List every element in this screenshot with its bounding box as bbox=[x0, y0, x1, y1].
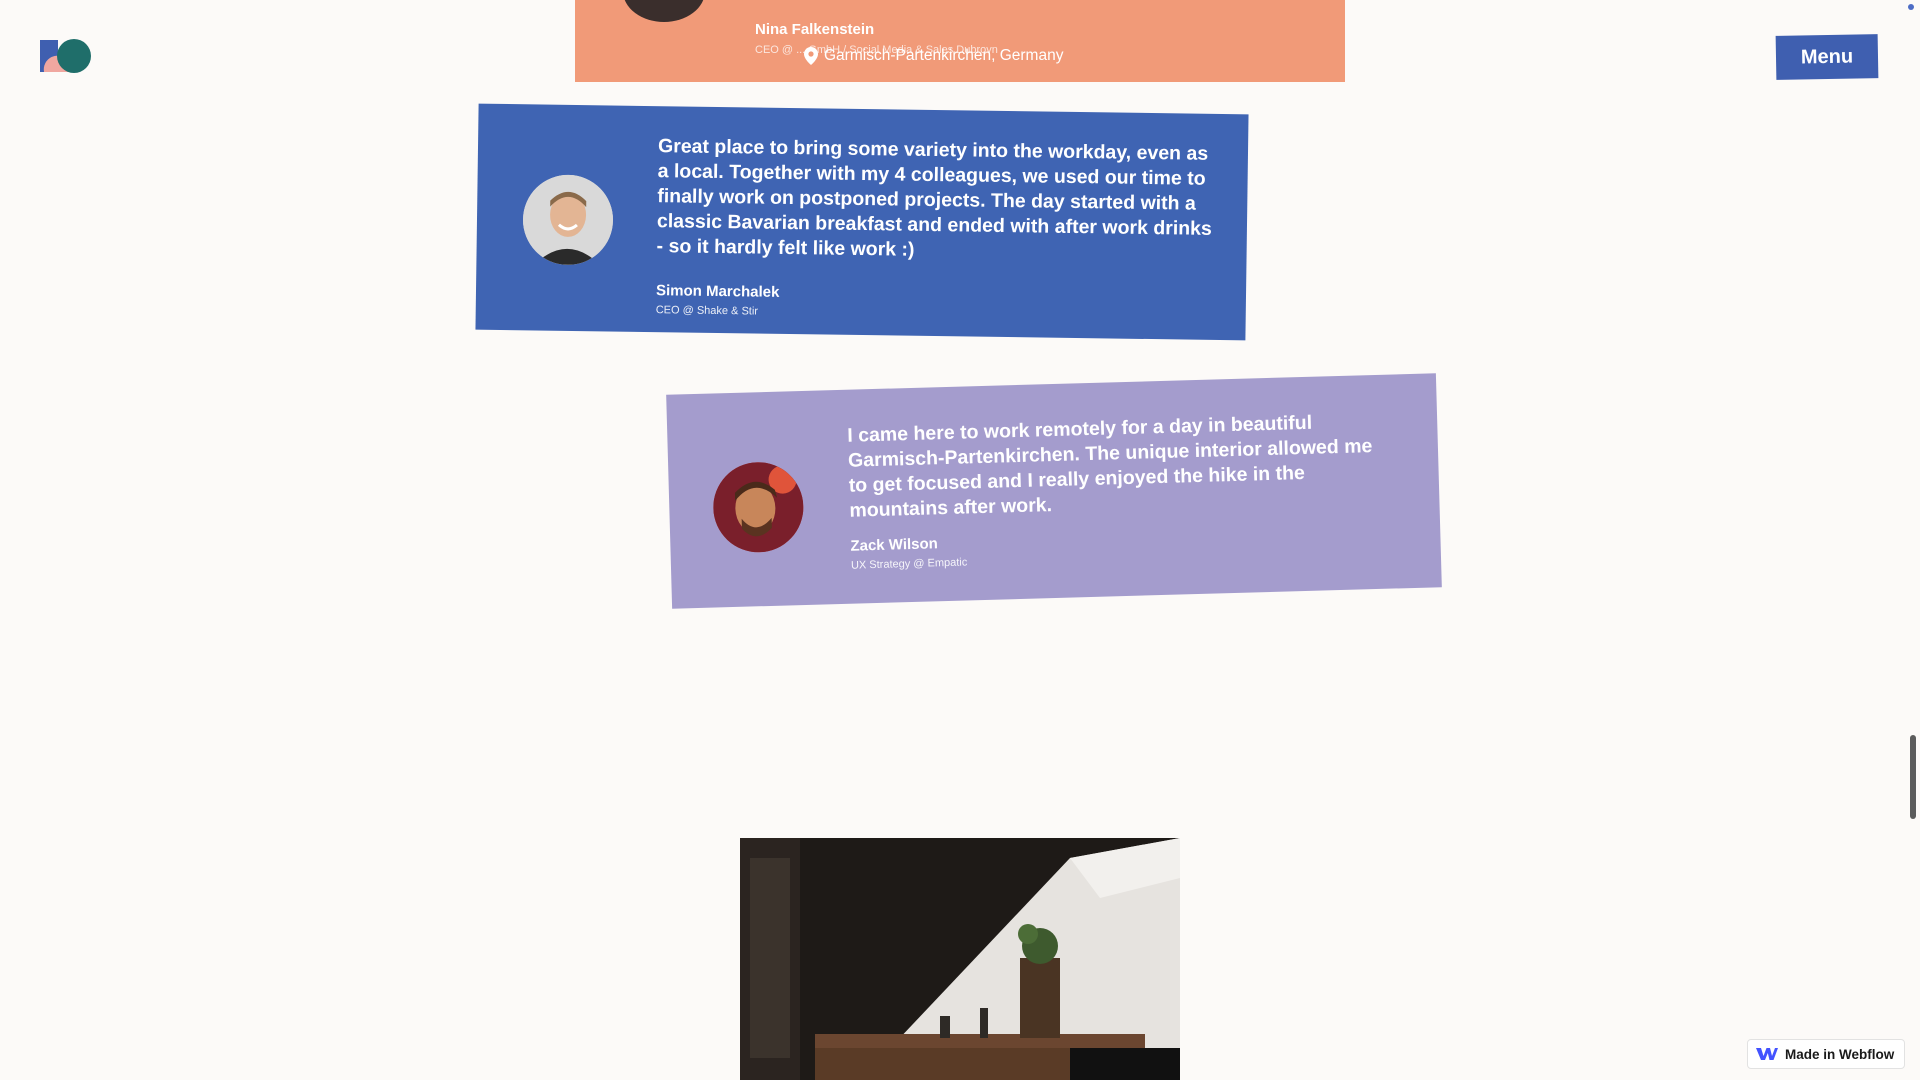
testimonial-card-nina: Nina Falkenstein CEO @ ... GmbH / Social… bbox=[575, 0, 1345, 82]
location: Garmisch-Partenkirchen, Germany bbox=[804, 47, 1063, 65]
avatar-zack bbox=[712, 461, 805, 554]
testimonial-quote: I came here to work remotely for a day i… bbox=[847, 411, 1373, 522]
testimonial-name: Simon Marchalek bbox=[655, 282, 780, 301]
scrollbar-thumb[interactable] bbox=[1910, 735, 1916, 819]
testimonial-name: Nina Falkenstein bbox=[755, 21, 875, 38]
site-logo[interactable] bbox=[40, 38, 92, 74]
interior-photo bbox=[740, 838, 1180, 1080]
webflow-badge-label: Made in Webflow bbox=[1785, 1046, 1895, 1062]
map-pin-icon bbox=[804, 47, 818, 65]
testimonial-role: CEO @ Shake & Stir bbox=[655, 304, 759, 318]
avatar-simon bbox=[522, 174, 614, 266]
testimonial-quote: Great place to bring some variety into t… bbox=[656, 135, 1212, 261]
webflow-icon bbox=[1756, 1048, 1778, 1060]
testimonial-role: UX Strategy @ Empatic bbox=[850, 556, 968, 572]
testimonial-name: Zack Wilson bbox=[850, 535, 939, 555]
testimonial-card-zack: I came here to work remotely for a day i… bbox=[666, 373, 1442, 609]
testimonial-card-simon: Great place to bring some variety into t… bbox=[475, 103, 1249, 341]
corner-indicator bbox=[1908, 4, 1914, 10]
avatar-nina bbox=[623, 0, 705, 22]
page: Nina Falkenstein CEO @ ... GmbH / Social… bbox=[0, 0, 1920, 1080]
made-in-webflow-badge[interactable]: Made in Webflow bbox=[1747, 1039, 1905, 1069]
location-text: Garmisch-Partenkirchen, Germany bbox=[824, 47, 1064, 64]
menu-button[interactable]: Menu bbox=[1775, 34, 1879, 80]
